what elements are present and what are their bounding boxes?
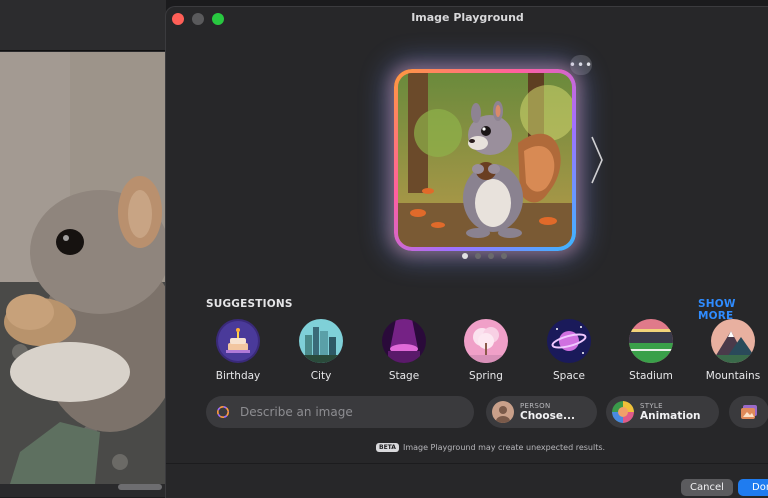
person-caption: PERSON [520, 402, 551, 410]
birthday-cake-icon [216, 319, 260, 363]
window-title: Image Playground [411, 11, 524, 24]
cancel-button[interactable]: Cancel [681, 479, 733, 496]
preview-frame [394, 69, 576, 251]
page-indicator [462, 253, 507, 259]
blossom-tree-icon [464, 319, 508, 363]
page-dot[interactable] [475, 253, 481, 259]
suggestions-heading: SUGGESTIONS [206, 298, 293, 310]
suggestion-label: Birthday [215, 370, 261, 382]
style-value: Animation [640, 410, 701, 422]
done-button[interactable]: Done [738, 479, 768, 496]
style-caption: STYLE [640, 402, 663, 410]
mountain-icon [711, 319, 755, 363]
stadium-icon [629, 319, 673, 363]
squirrel-photo [0, 52, 166, 484]
style-selector[interactable]: STYLE Animation [606, 396, 719, 428]
beta-notice: BETA Image Playground may create unexpec… [376, 443, 605, 452]
image-playground-window: Image Playground ••• SUGGESTIONS SHOW MO… [165, 6, 768, 498]
beta-notice-text: Image Playground may create unexpected r… [402, 443, 606, 452]
animation-style-icon [612, 401, 634, 423]
person-selector[interactable]: PERSON Choose... [486, 396, 597, 428]
suggestion-spring[interactable]: Spring [446, 319, 526, 382]
suggestion-birthday[interactable]: Birthday [198, 319, 278, 382]
person-value: Choose... [520, 410, 575, 422]
describe-image-input[interactable] [238, 404, 474, 420]
page-dot[interactable] [462, 253, 468, 259]
suggestion-space[interactable]: Space [529, 319, 609, 382]
photo-library-icon [741, 405, 757, 419]
horizontal-scrollbar[interactable] [118, 484, 162, 490]
suggestion-city[interactable]: City [281, 319, 361, 382]
page-dot[interactable] [488, 253, 494, 259]
ellipsis-icon: ••• [568, 58, 594, 72]
beta-badge: BETA [376, 443, 399, 452]
city-skyline-icon [299, 319, 343, 363]
add-image-button[interactable] [729, 396, 768, 428]
prompt-field[interactable] [206, 396, 474, 428]
suggestion-label: Stadium [629, 370, 673, 382]
page-dot[interactable] [501, 253, 507, 259]
suggestion-label: City [310, 370, 332, 382]
more-options-button[interactable]: ••• [568, 55, 594, 75]
playground-sparkle-icon [217, 406, 229, 418]
next-image-chevron-icon[interactable] [590, 135, 604, 185]
background-window-toolbar [0, 0, 166, 51]
planet-icon [547, 319, 591, 363]
person-avatar-icon [492, 401, 514, 423]
suggestion-label: Mountains [705, 370, 761, 382]
suggestion-stage[interactable]: Stage [364, 319, 444, 382]
footer-divider [166, 463, 768, 464]
generated-squirrel-image[interactable] [398, 73, 572, 247]
suggestion-label: Stage [388, 370, 420, 382]
suggestion-mountains[interactable]: Mountains [693, 319, 768, 382]
background-photo-window [0, 0, 166, 497]
stage-spotlight-icon [382, 319, 426, 363]
suggestion-label: Space [553, 370, 585, 382]
suggestion-label: Spring [469, 370, 503, 382]
suggestion-stadium[interactable]: Stadium [611, 319, 691, 382]
